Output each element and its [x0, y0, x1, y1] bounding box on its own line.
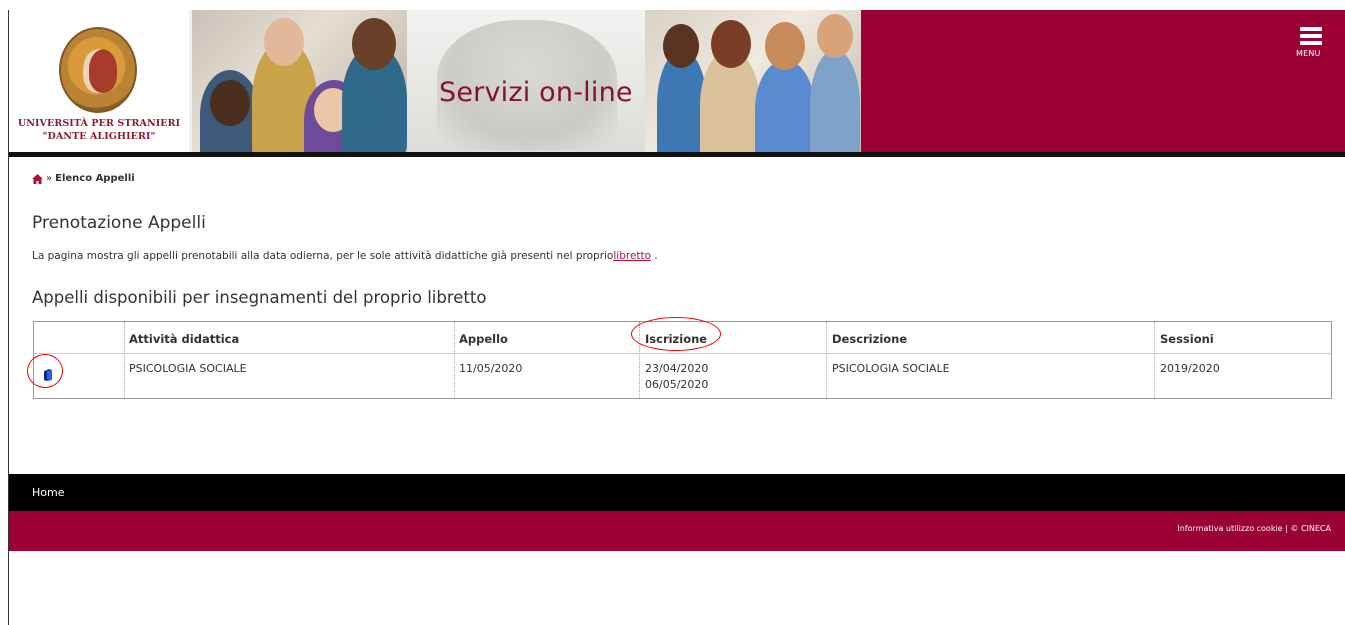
header-sessioni[interactable]: Sessioni [1160, 332, 1214, 346]
cell-attivita: PSICOLOGIA SOCIALE [129, 362, 247, 375]
menu-button[interactable]: MENU [1296, 22, 1328, 62]
students-photo-right [645, 10, 861, 152]
header-descrizione[interactable]: Descrizione [832, 332, 907, 346]
university-logo[interactable]: UNIVERSITÀ PER STRANIERI "DANTE ALIGHIER… [9, 10, 189, 152]
col-attivita: Attività didattica PSICOLOGIA SOCIALE [124, 322, 454, 398]
site-title: Servizi on-line [439, 77, 633, 108]
libretto-link[interactable]: libretto [613, 250, 651, 262]
university-seal-icon [59, 27, 137, 113]
copyright-text: © CINECA [1290, 524, 1331, 533]
iscrizione-start: 23/04/2020 [645, 362, 709, 375]
logo-text-line2: "DANTE ALIGHIERI" [42, 131, 156, 142]
home-icon[interactable] [32, 173, 43, 184]
footer-nav: Home [9, 474, 1345, 511]
header-attivita[interactable]: Attività didattica [129, 332, 239, 346]
cell-iscrizione: 23/04/2020 06/05/2020 [645, 361, 708, 393]
intro-text: La pagina mostra gli appelli prenotabili… [32, 250, 658, 262]
cell-sessioni: 2019/2020 [1160, 362, 1220, 375]
book-icon[interactable] [43, 366, 53, 381]
breadcrumb-current: Elenco Appelli [55, 173, 135, 184]
intro-text-body: La pagina mostra gli appelli prenotabili… [32, 250, 614, 262]
col-icon [34, 322, 124, 398]
page-frame: UNIVERSITÀ PER STRANIERI "DANTE ALIGHIER… [8, 10, 1345, 625]
breadcrumb: » Elenco Appelli [32, 173, 135, 184]
footer-divider: | [1285, 524, 1288, 533]
footer-links: Informativa utilizzo cookie | © CINECA [1177, 524, 1331, 533]
iscrizione-end: 06/05/2020 [645, 378, 709, 391]
cell-appello: 11/05/2020 [459, 362, 523, 375]
students-photo-left [192, 10, 407, 152]
menu-label: MENU [1296, 49, 1321, 58]
breadcrumb-separator: » [46, 173, 53, 184]
col-appello: Appello 11/05/2020 [454, 322, 639, 398]
intro-text-end: . [651, 250, 658, 262]
header-iscrizione[interactable]: Iscrizione [645, 332, 707, 346]
cell-descrizione: PSICOLOGIA SOCIALE [832, 362, 950, 375]
header: UNIVERSITÀ PER STRANIERI "DANTE ALIGHIER… [9, 10, 1345, 152]
appelli-table: Attività didattica PSICOLOGIA SOCIALE Ap… [33, 321, 1332, 399]
cookie-policy-link[interactable]: Informativa utilizzo cookie [1177, 524, 1282, 533]
section-title: Appelli disponibili per insegnamenti del… [32, 288, 487, 307]
footer-bottom: Informativa utilizzo cookie | © CINECA [9, 511, 1345, 551]
col-descrizione: Descrizione PSICOLOGIA SOCIALE [826, 322, 1154, 398]
page-title: Prenotazione Appelli [32, 213, 206, 233]
col-iscrizione: Iscrizione 23/04/2020 06/05/2020 [639, 322, 826, 398]
logo-text-line1: UNIVERSITÀ PER STRANIERI [17, 118, 181, 129]
col-sessioni: Sessioni 2019/2020 [1154, 322, 1331, 398]
header-appello[interactable]: Appello [459, 332, 508, 346]
header-divider [9, 152, 1345, 157]
header-banner: UNIVERSITÀ PER STRANIERI "DANTE ALIGHIER… [9, 10, 861, 152]
footer-home-link[interactable]: Home [32, 486, 64, 499]
